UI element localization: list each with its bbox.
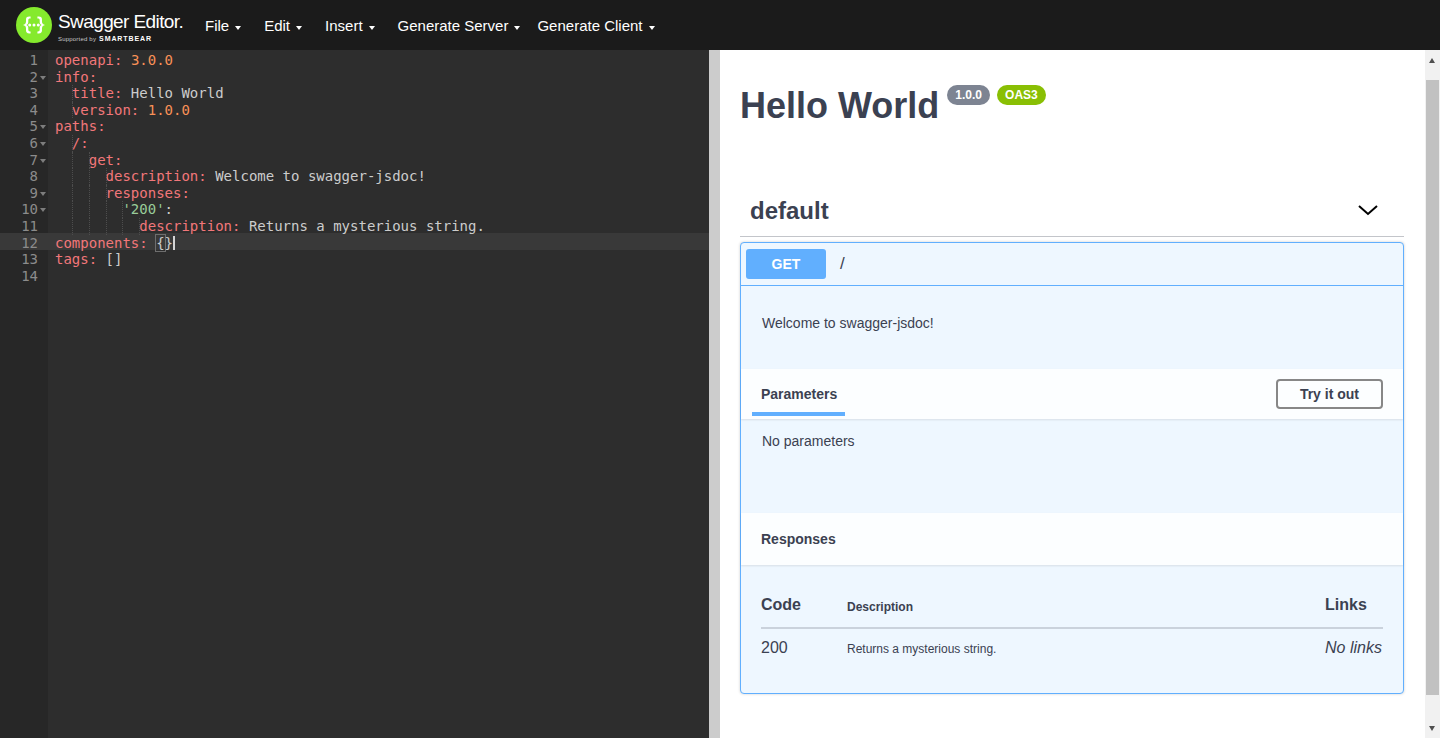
fold-arrow-icon[interactable] [40,208,46,212]
line-number: 8 [0,168,48,185]
line-number: 1 [0,52,48,69]
fold-arrow-icon[interactable] [40,76,46,80]
menu-insert[interactable]: Insert [325,17,375,34]
code-line[interactable]: get: [48,152,709,169]
brand: Swagger Editor. Supported bySMARTBEAR [58,11,183,42]
col-header-code: Code [761,596,847,614]
caret-down-icon [235,26,241,30]
code-line[interactable]: title: Hello World [48,85,709,102]
caret-down-icon [369,26,375,30]
line-number: 10 [0,201,48,218]
col-header-description: Description [847,596,1325,614]
scrollbar-thumb[interactable] [1426,80,1439,695]
parameters-title: Parameters [761,386,837,402]
responses-table-head: Code Description Links [761,565,1383,629]
menubar: File Edit Insert Generate Server Generate Cl… [205,0,678,50]
chevron-down-icon[interactable] [1358,201,1378,221]
api-info: Hello World 1.0.0 OAS3 [740,50,1404,128]
fold-arrow-icon[interactable] [40,125,46,129]
caret-down-icon [649,26,655,30]
line-number: 12 [0,235,48,252]
responses-header: Responses [741,513,1403,565]
caret-down-icon [296,26,302,30]
tag-section-header[interactable]: default [740,195,1404,237]
try-it-out-button[interactable]: Try it out [1276,379,1383,409]
pane-splitter[interactable] [709,50,720,738]
scrollbar-down-icon[interactable] [1429,726,1435,731]
fold-arrow-icon[interactable] [40,192,46,196]
response-row: 200 Returns a mysterious string. No link… [761,629,1383,657]
line-number: 11 [0,218,48,235]
caret-down-icon [514,26,520,30]
fold-arrow-icon[interactable] [40,159,46,163]
brand-subtitle: Supported bySMARTBEAR [58,35,183,42]
line-number: 3 [0,85,48,102]
preview-pane: Hello World 1.0.0 OAS3 default GET / Wel… [720,50,1425,738]
swagger-logo-icon [16,7,52,43]
no-parameters-message: No parameters [741,419,1403,513]
responses-table: Code Description Links 200 Returns a mys… [741,565,1403,693]
code-line[interactable]: version: 1.0.0 [48,102,709,119]
line-number: 7 [0,152,48,169]
responses-title: Responses [761,531,836,547]
col-header-links: Links [1325,596,1383,614]
parameters-header: Parameters Try it out [741,369,1403,419]
code-line[interactable]: description: Welcome to swagger-jsdoc! [48,168,709,185]
menu-label: Edit [264,17,290,34]
menu-edit[interactable]: Edit [264,17,302,34]
line-number: 14 [0,268,48,285]
menu-generate-client[interactable]: Generate Client [537,17,654,34]
code-line[interactable]: /: [48,135,709,152]
brand-title: Swagger Editor. [58,11,183,33]
menu-label: Generate Client [537,17,642,34]
right-scrollbar[interactable] [1425,50,1440,738]
line-number: 2 [0,69,48,86]
code-line[interactable]: openapi: 3.0.0 [48,52,709,69]
menu-file[interactable]: File [205,17,241,34]
line-number: 13 [0,251,48,268]
code-line[interactable]: '200': [48,201,709,218]
line-number: 4 [0,102,48,119]
line-number: 9 [0,185,48,202]
menu-label: File [205,17,229,34]
api-title: Hello World [740,84,939,128]
menu-generate-server[interactable]: Generate Server [398,17,521,34]
code-editor[interactable]: 1234567891011121314 openapi: 3.0.0info: … [0,50,709,738]
tag-title: default [750,195,829,227]
code-line[interactable]: tags: [] [48,251,709,268]
menu-label: Generate Server [398,17,509,34]
fold-arrow-icon[interactable] [40,142,46,146]
response-code: 200 [761,629,847,657]
code-line[interactable]: description: Returns a mysterious string… [48,218,709,235]
topbar: Swagger Editor. Supported bySMARTBEAR Fi… [0,0,1440,50]
line-number: 5 [0,118,48,135]
text-cursor [173,236,175,250]
code-line[interactable] [48,268,709,285]
operation-path: / [840,254,845,274]
operation-description: Welcome to swagger-jsdoc! [741,286,1403,369]
line-number: 6 [0,135,48,152]
code-line[interactable]: components: {} [48,235,709,252]
code-line[interactable]: info: [48,69,709,86]
code-line[interactable]: responses: [48,185,709,202]
response-links: No links [1325,629,1383,657]
code-line[interactable]: paths: [48,118,709,135]
operation-summary[interactable]: GET / [741,243,1403,286]
scrollbar-up-icon[interactable] [1429,58,1435,63]
method-badge: GET [746,249,826,279]
response-description: Returns a mysterious string. [847,629,1325,657]
oas3-badge: OAS3 [997,85,1046,105]
menu-label: Insert [325,17,363,34]
operation-block: GET / Welcome to swagger-jsdoc! Paramete… [740,242,1404,694]
version-badge: 1.0.0 [947,85,990,105]
